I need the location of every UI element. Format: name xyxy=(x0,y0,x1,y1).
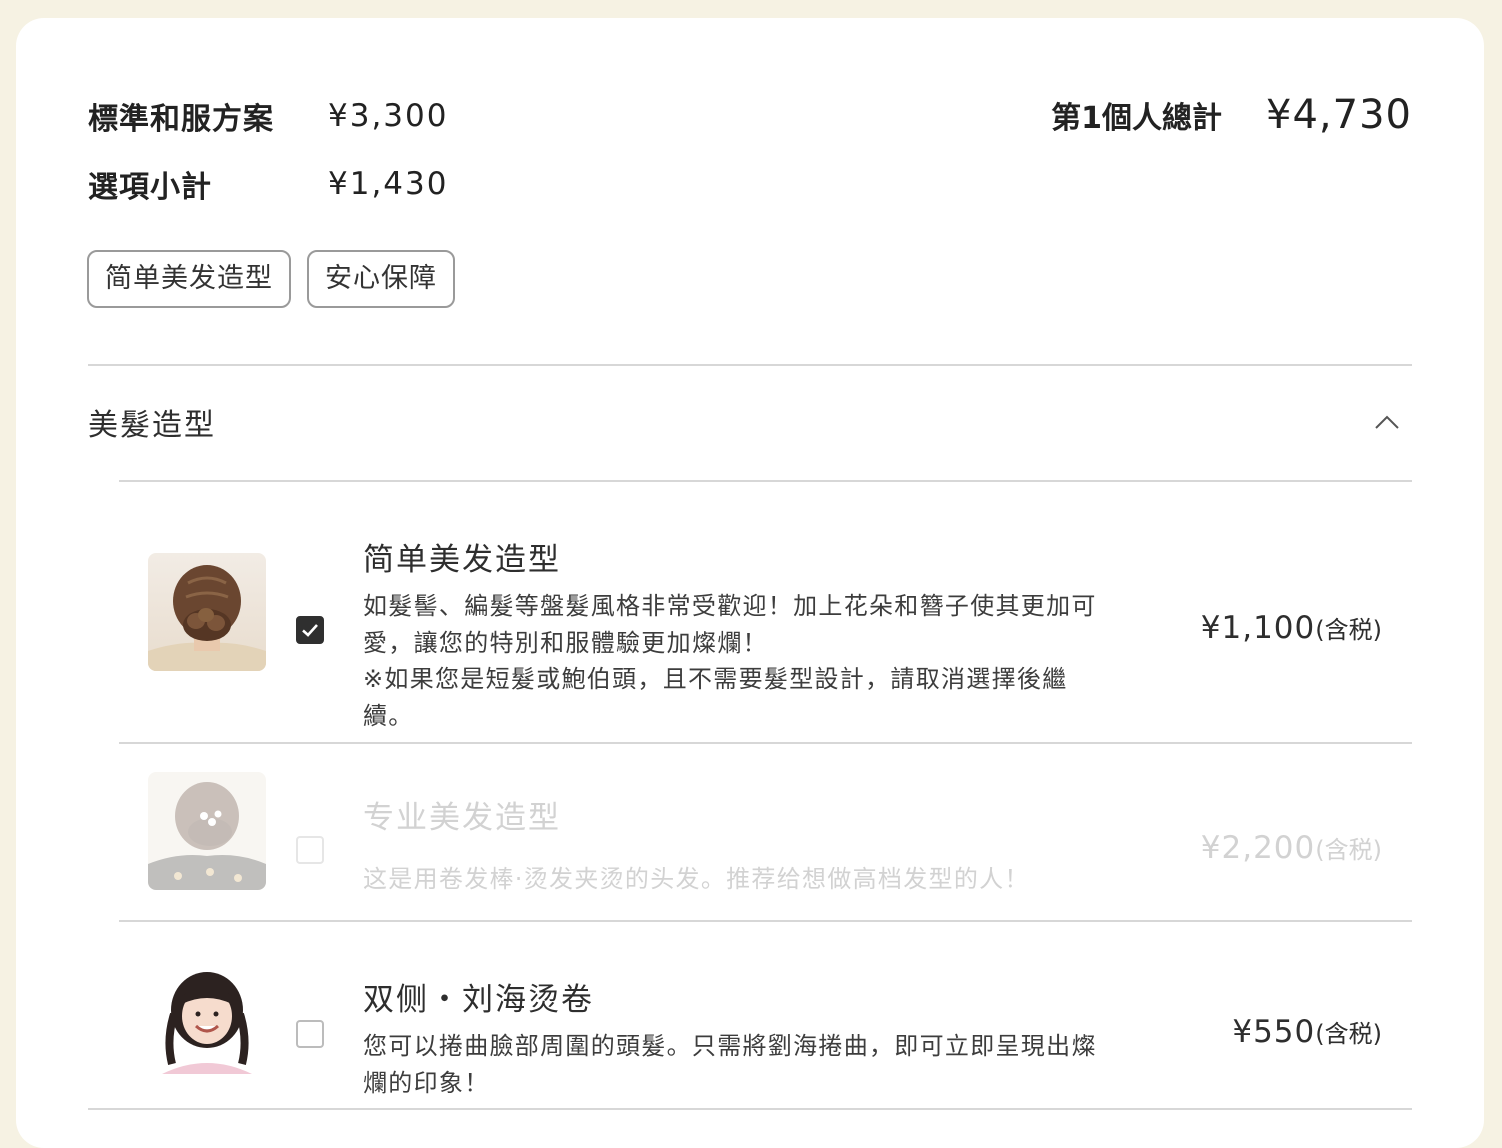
option-description: 这是用卷发棒·烫发夹烫的头发。推荐给想做高档发型的人！ xyxy=(363,861,1123,898)
selected-option-tags: 简单美发造型 安心保障 xyxy=(87,250,455,308)
option-professional-hairstyle: 专业美发造型 这是用卷发棒·烫发夹烫的头发。推荐给想做高档发型的人！ ¥2,20… xyxy=(119,744,1412,920)
option-description-note: ※如果您是短髮或鮑伯頭，且不需要髮型設計，請取消選擇後繼續。 xyxy=(363,665,1068,730)
person-total: 第1個人總計 ¥4,730 xyxy=(1051,92,1412,138)
options-subtotal-price: ¥1,430 xyxy=(328,166,449,202)
section-title: 美髮造型 xyxy=(88,408,216,443)
option-price: ¥550 (含税) xyxy=(1232,1014,1382,1050)
option-title: 简单美发造型 xyxy=(363,542,561,578)
option-description-line: 您可以捲曲臉部周圍的頭髮。只需將劉海捲曲，即可立即呈現出燦爛的印象！ xyxy=(363,1032,1097,1097)
option-simple-hairstyle[interactable]: 简单美发造型 如髮髻、編髮等盤髮風格非常受歡迎！加上花朵和簪子使其更加可愛，讓您… xyxy=(119,482,1412,742)
option-description-line: 如髮髻、編髮等盤髮風格非常受歡迎！加上花朵和簪子使其更加可愛，讓您的特別和服體驗… xyxy=(363,592,1097,657)
plan-price: ¥3,300 xyxy=(328,98,449,134)
option-title: 专业美发造型 xyxy=(363,800,561,836)
option-price: ¥1,100 (含税) xyxy=(1201,610,1382,646)
summary-card: 標準和服方案 ¥3,300 選項小計 ¥1,430 第1個人總計 ¥4,730 … xyxy=(16,18,1484,1148)
person-total-label: 第1個人總計 xyxy=(1051,101,1223,136)
option-title: 双侧・刘海烫卷 xyxy=(363,982,594,1018)
option-price-tax: (含税) xyxy=(1315,1020,1382,1048)
person-total-price: ¥4,730 xyxy=(1266,92,1412,138)
divider xyxy=(88,1108,1412,1110)
updo-hairstyle-photo xyxy=(148,553,266,671)
option-checkbox xyxy=(296,836,324,864)
tag-peace-of-mind: 安心保障 xyxy=(307,250,455,308)
hair-styling-section-toggle[interactable]: 美髮造型 xyxy=(88,364,1412,480)
option-price-tax: (含税) xyxy=(1315,616,1382,644)
option-price-amount: ¥550 xyxy=(1232,1014,1316,1050)
option-checkbox[interactable] xyxy=(296,1020,324,1048)
plan-label: 標準和服方案 xyxy=(88,102,274,137)
tag-simple-hairstyle: 简单美发造型 xyxy=(87,250,291,308)
twin-braids-portrait-photo xyxy=(148,956,266,1074)
options-subtotal-row: 選項小計 ¥1,430 xyxy=(88,162,448,206)
option-price-tax: (含税) xyxy=(1315,836,1382,864)
check-icon xyxy=(302,624,318,637)
option-price-amount: ¥1,100 xyxy=(1200,610,1316,646)
option-description: 如髮髻、編髮等盤髮風格非常受歡迎！加上花朵和簪子使其更加可愛，讓您的特別和服體驗… xyxy=(363,588,1113,734)
option-description-line: 这是用卷发棒·烫发夹烫的头发。推荐给想做高档发型的人！ xyxy=(363,865,1030,893)
option-price-amount: ¥2,200 xyxy=(1200,830,1316,866)
chevron-up-icon xyxy=(1375,415,1399,429)
plan-row: 標準和服方案 ¥3,300 xyxy=(88,94,448,138)
option-side-bangs-curl[interactable]: 双侧・刘海烫卷 您可以捲曲臉部周圍的頭髮。只需將劉海捲曲，即可立即呈現出燦爛的印… xyxy=(119,922,1412,1108)
option-description: 您可以捲曲臉部周圍的頭髮。只需將劉海捲曲，即可立即呈現出燦爛的印象！ xyxy=(363,1028,1113,1101)
option-checkbox[interactable] xyxy=(296,616,324,644)
flower-updo-photo xyxy=(148,772,266,890)
option-price: ¥2,200 (含税) xyxy=(1201,830,1382,866)
options-subtotal-label: 選項小計 xyxy=(88,170,212,205)
